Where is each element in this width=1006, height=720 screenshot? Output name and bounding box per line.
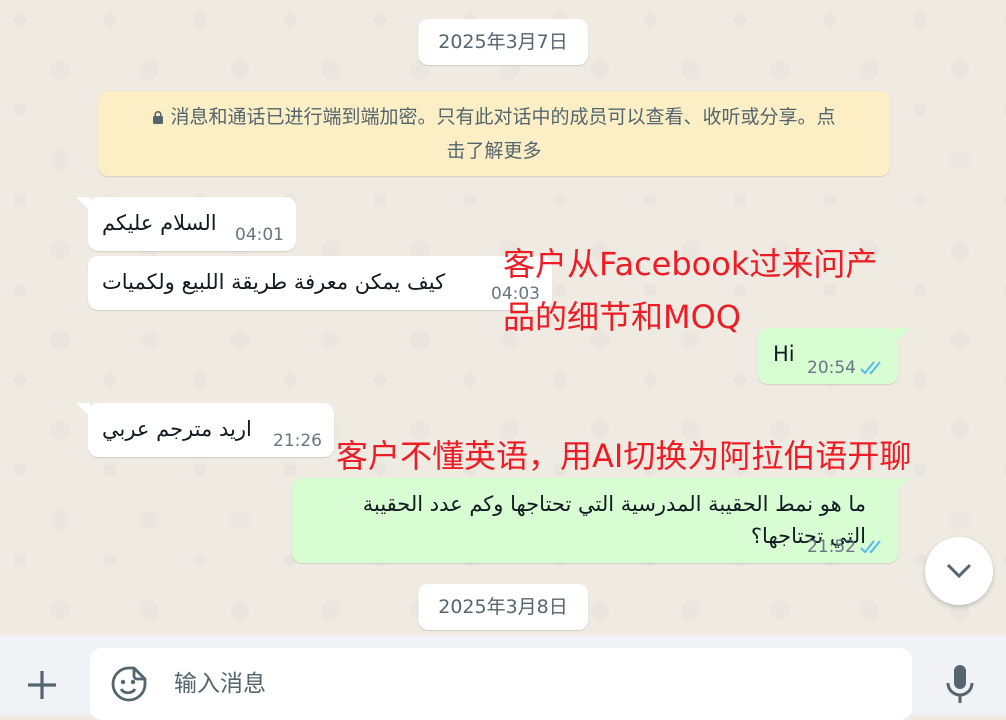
- plus-icon: [28, 671, 56, 699]
- incoming-message[interactable]: اريد مترجم عربي 21:26: [76, 403, 334, 457]
- message-text: Hi: [773, 342, 795, 366]
- double-check-icon: [860, 361, 881, 375]
- sticker-icon[interactable]: [110, 665, 148, 703]
- message-meta: 20:54: [807, 358, 886, 378]
- lock-icon: [153, 111, 164, 124]
- encryption-text-line1: 消息和通话已进行端到端加密。只有此对话中的成员可以查看、收听或分享。点: [170, 106, 836, 128]
- message-text-line: ما هو نمط الحقيبة المدرسية التي تحتاجها …: [362, 492, 866, 516]
- message-text: كيف يمكن معرفة طريقة اللبيع ولكميات: [102, 270, 446, 294]
- outgoing-message[interactable]: ما هو نمط الحقيبة المدرسية التي تحتاجها …: [292, 478, 910, 563]
- message-input[interactable]: [172, 660, 876, 708]
- annotation-line: 客户从Facebook过来问产: [503, 245, 878, 283]
- message-time: 21:26: [273, 431, 322, 451]
- message-text: ما هو نمط الحقيبة المدرسية التي تحتاجها …: [306, 488, 866, 552]
- encryption-notice[interactable]: 消息和通话已进行端到端加密。只有此对话中的成员可以查看、收听或分享。点 击了解更…: [98, 91, 890, 176]
- encryption-text-line2: 击了解更多: [446, 140, 542, 162]
- chevron-down-icon: [946, 563, 972, 579]
- message-text-line: التي تحتاجها؟: [750, 524, 866, 548]
- annotation-ai: 客户不懂英语，用AI切换为阿拉伯语开聊: [336, 437, 912, 475]
- scroll-down-button[interactable]: [925, 537, 993, 605]
- message-meta: 21:52: [807, 537, 886, 557]
- message-text: السلام عليكم: [102, 211, 217, 235]
- attach-button[interactable]: [22, 663, 62, 707]
- message-time: 20:54: [807, 358, 856, 378]
- incoming-message[interactable]: كيف يمكن معرفة طريقة اللبيع ولكميات 04:0…: [88, 256, 552, 310]
- incoming-message[interactable]: السلام عليكم 04:01: [76, 197, 296, 251]
- message-time: 21:52: [807, 537, 856, 557]
- message-time: 04:01: [235, 225, 284, 245]
- message-text: اريد مترجم عربي: [102, 417, 252, 441]
- date-separator: 2025年3月7日: [418, 19, 588, 65]
- double-check-icon: [860, 540, 881, 554]
- outgoing-message[interactable]: Hi 20:54: [758, 328, 910, 384]
- microphone-icon[interactable]: [944, 663, 976, 707]
- chat-area: 2025年3月7日 消息和通话已进行端到端加密。只有此对话中的成员可以查看、收听…: [0, 0, 1006, 635]
- date-separator: 2025年3月8日: [418, 584, 588, 630]
